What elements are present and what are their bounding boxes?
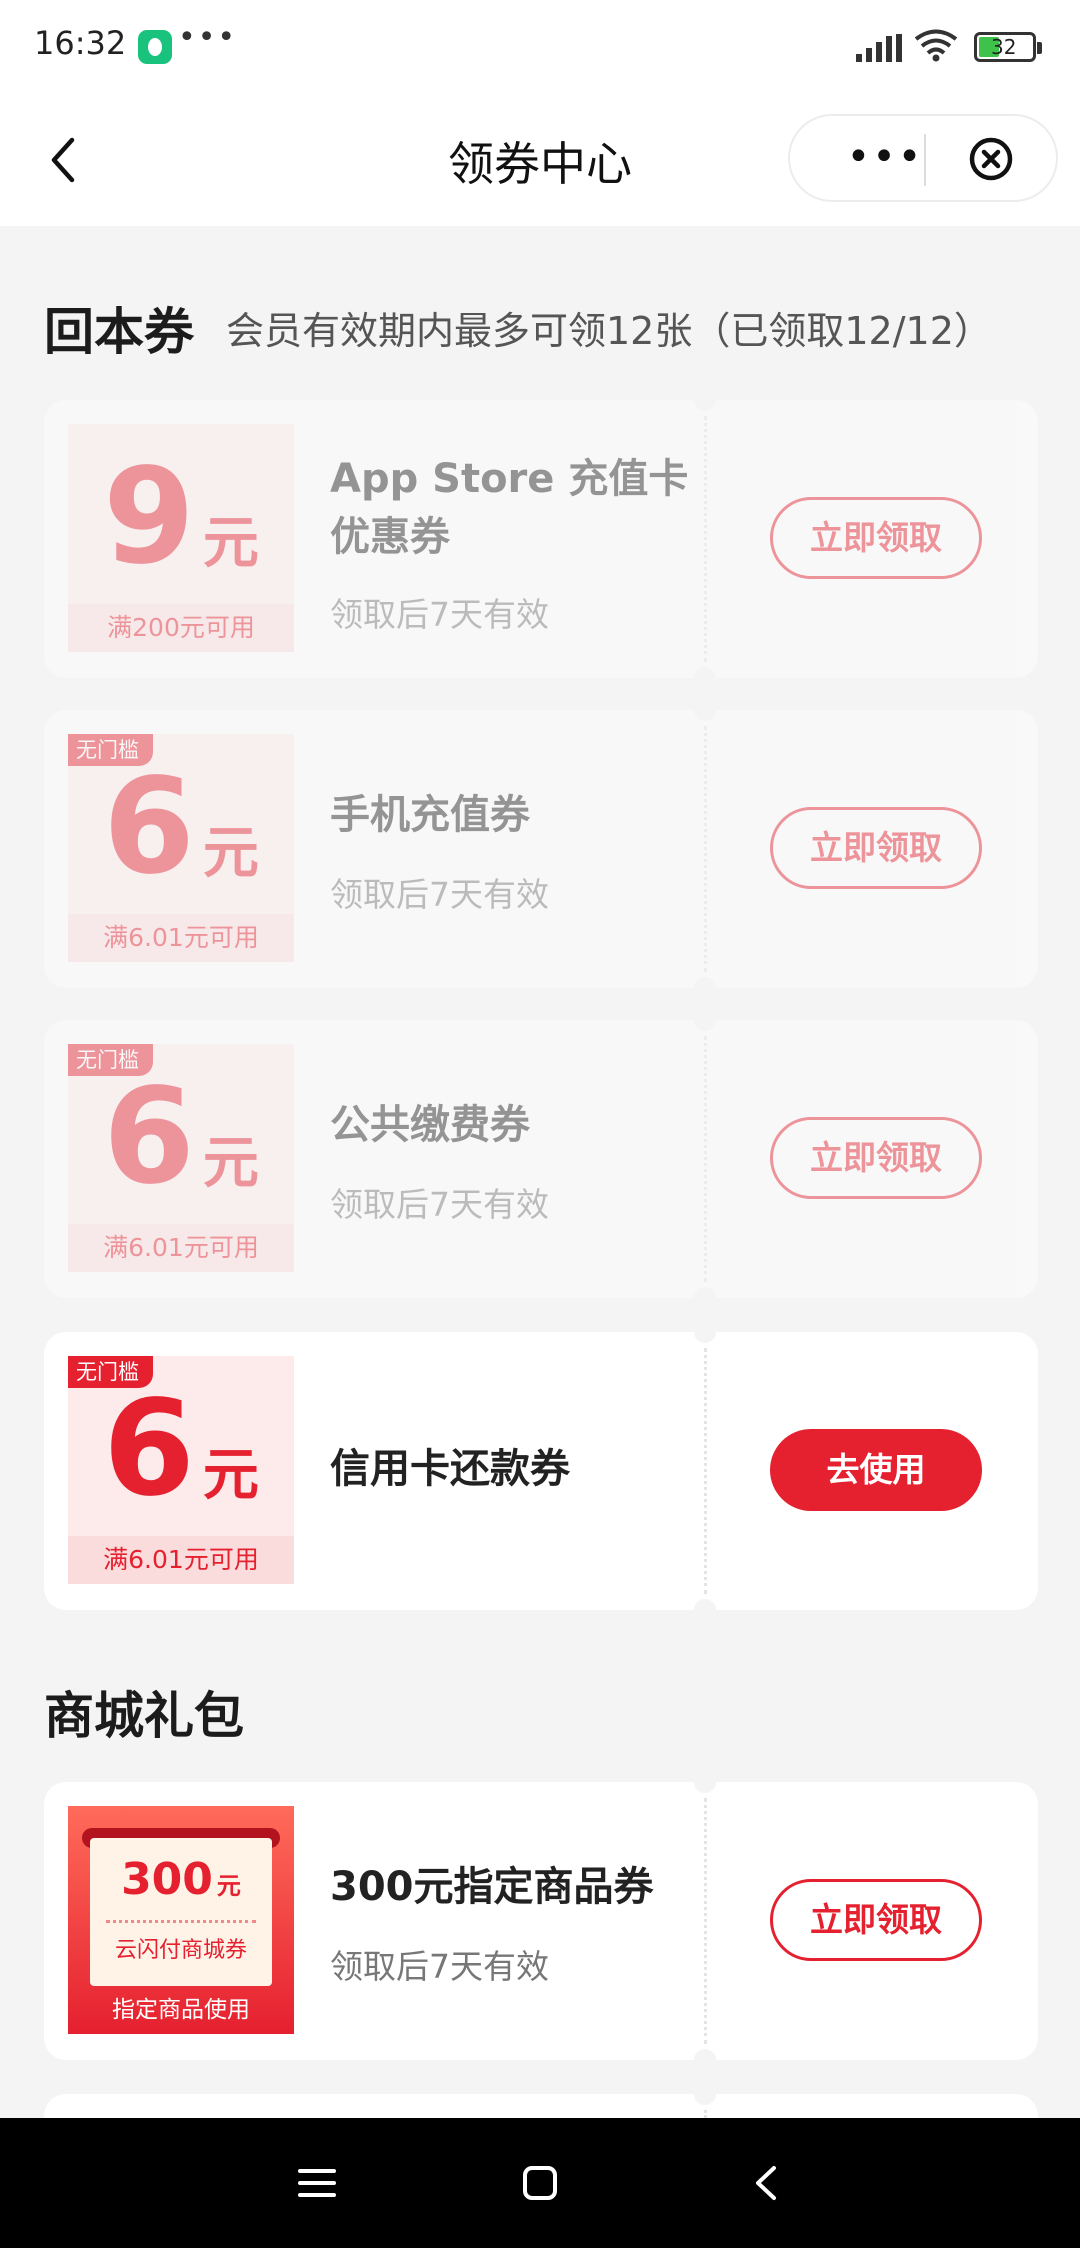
system-nav-bar	[0, 2118, 1080, 2248]
coupon-validity: 领取后7天有效	[330, 875, 549, 914]
claim-button[interactable]: 立即领取	[770, 1879, 982, 1961]
coupon-name: 公共缴费券	[330, 1102, 530, 1148]
coupon-condition: 满6.01元可用	[68, 1536, 294, 1584]
claim-button[interactable]: 立即领取	[770, 1117, 982, 1199]
capsule-divider	[924, 134, 926, 186]
coupon-name: 300元指定商品券	[330, 1864, 654, 1910]
no-threshold-tag: 无门槛	[68, 1356, 153, 1388]
coupon-amount: 9元	[103, 440, 259, 594]
app-notification-icon	[138, 30, 172, 64]
section-subtitle-huiben: 会员有效期内最多可领12张（已领取12/12）	[226, 309, 992, 353]
coupon-validity: 领取后7天有效	[330, 595, 549, 634]
coupon-name-line2: 优惠券	[330, 514, 450, 560]
signal-icon	[856, 34, 902, 62]
coupon-name: App Store 充值卡	[330, 456, 689, 502]
coupon-condition: 满6.01元可用	[68, 914, 294, 962]
coupon-condition: 满6.01元可用	[68, 1224, 294, 1272]
claim-button[interactable]: 立即领取	[770, 807, 982, 889]
coupon-amount: 6元	[103, 750, 259, 904]
no-threshold-tag: 无门槛	[68, 1044, 153, 1076]
mall-ticket-foot: 指定商品使用	[112, 1997, 250, 2023]
battery-level: 32	[991, 35, 1017, 59]
coupon-divider	[704, 1348, 707, 1594]
use-button[interactable]: 去使用	[770, 1429, 982, 1511]
wifi-icon	[914, 29, 958, 62]
coupon-name: 信用卡还款券	[330, 1446, 570, 1492]
mall-ticket-sub: 云闪付商城券	[114, 1938, 247, 1963]
mall-ticket-amount: 300 元	[121, 1854, 241, 1905]
battery-icon: 32	[974, 32, 1042, 62]
no-threshold-tag: 无门槛	[68, 734, 153, 766]
back-icon[interactable]	[742, 2158, 792, 2208]
section-title-huiben: 回本券	[44, 303, 194, 361]
coupon-amount: 6元	[103, 1060, 259, 1214]
coupon-validity: 领取后7天有效	[330, 1947, 549, 1986]
status-bar: 16:32 ••• 32	[0, 0, 1080, 90]
home-square-icon[interactable]	[515, 2158, 565, 2208]
coupon-amount: 6元	[103, 1372, 259, 1526]
mall-ticket: 300 元 云闪付商城券	[90, 1838, 272, 1986]
mall-coupon-image: 300 元 云闪付商城券 指定商品使用	[68, 1806, 294, 2034]
coupon-stub: 6元 满6.01元可用 无门槛	[68, 1044, 294, 1272]
coupon-card: 6元 满6.01元可用 无门槛 信用卡还款券 去使用	[44, 1332, 1038, 1610]
coupon-stub: 9元 满200元可用	[68, 424, 294, 652]
status-time: 16:32	[34, 24, 127, 62]
notification-dots: •••	[178, 20, 238, 55]
coupon-validity: 领取后7天有效	[330, 1185, 549, 1224]
coupon-card: 9元 满200元可用 App Store 充值卡 优惠券 领取后7天有效 立即领…	[44, 400, 1038, 678]
nav-bar: 领券中心 •••	[0, 90, 1080, 226]
coupon-card: 6元 满6.01元可用 无门槛 公共缴费券 领取后7天有效 立即领取	[44, 1020, 1038, 1298]
coupon-divider	[704, 416, 707, 662]
coupon-stub: 6元 满6.01元可用 无门槛	[68, 1356, 294, 1584]
capsule-menu: •••	[788, 114, 1058, 202]
coupon-divider	[704, 1036, 707, 1282]
section-title-mall: 商城礼包	[44, 1687, 244, 1745]
claim-button[interactable]: 立即领取	[770, 497, 982, 579]
coupon-stub: 6元 满6.01元可用 无门槛	[68, 734, 294, 962]
coupon-card: 6元 满6.01元可用 无门槛 手机充值券 领取后7天有效 立即领取	[44, 710, 1038, 988]
coupon-divider	[704, 726, 707, 972]
close-circle-icon[interactable]	[968, 136, 1014, 182]
coupon-condition: 满200元可用	[68, 604, 294, 652]
mall-coupon-card: 300 元 云闪付商城券 指定商品使用 300元指定商品券 领取后7天有效 立即领…	[44, 1782, 1038, 2060]
coupon-name: 手机充值券	[330, 792, 530, 838]
coupon-divider	[704, 1798, 707, 2044]
menu-icon[interactable]	[292, 2158, 342, 2208]
